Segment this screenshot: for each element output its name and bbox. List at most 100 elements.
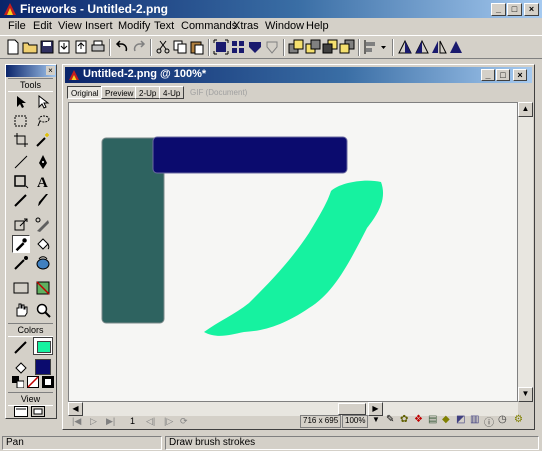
hand-icon[interactable] — [12, 301, 30, 319]
full-screen-mode-icon[interactable] — [31, 406, 45, 417]
tab-preview[interactable]: Preview — [101, 86, 138, 99]
tab-original[interactable]: Original — [67, 86, 103, 99]
menu-xtras[interactable]: Xtras — [233, 20, 259, 32]
green-brush-stroke[interactable] — [204, 180, 384, 336]
menu-edit[interactable]: Edit — [33, 20, 52, 32]
magic-wand-icon[interactable] — [34, 131, 52, 149]
subselect-icon[interactable] — [34, 93, 52, 111]
doc-minimize-button[interactable]: _ — [481, 69, 495, 81]
zoom-dropdown-chevron-down-icon[interactable]: ▼ — [372, 415, 380, 424]
slice-icon[interactable] — [34, 279, 52, 297]
tab-2-up[interactable]: 2-Up — [135, 86, 161, 99]
new-file-icon[interactable] — [5, 39, 21, 55]
menu-insert[interactable]: Insert — [85, 20, 113, 32]
zoom-icon[interactable] — [34, 301, 52, 319]
ungroup-icon[interactable] — [230, 39, 246, 55]
flip-vertical-icon[interactable] — [448, 39, 464, 55]
canvas[interactable] — [68, 102, 518, 402]
default-colors-icon[interactable] — [12, 376, 24, 388]
group-icon[interactable] — [213, 39, 229, 55]
no-color-icon[interactable] — [27, 376, 39, 388]
menu-file[interactable]: File — [8, 20, 26, 32]
hotspot-icon[interactable] — [12, 279, 30, 297]
open-folder-icon[interactable] — [22, 39, 38, 55]
menu-window[interactable]: Window — [265, 20, 304, 32]
text-icon[interactable]: A — [34, 172, 52, 190]
export-icon[interactable] — [73, 39, 89, 55]
layers-icon[interactable]: ▤ — [428, 414, 437, 425]
cut-icon[interactable] — [155, 39, 171, 55]
horizontal-scrollbar[interactable]: ◀ ▶ — [68, 402, 518, 416]
pen-icon[interactable] — [34, 153, 52, 171]
split-icon[interactable] — [264, 39, 280, 55]
library-icon[interactable]: ▥ — [470, 414, 479, 425]
menu-view[interactable]: View — [58, 20, 82, 32]
panel-close-icon[interactable]: × — [46, 66, 55, 75]
line-icon[interactable] — [12, 153, 30, 171]
align-dropdown-chevron-down-icon[interactable] — [379, 39, 388, 55]
eraser-icon[interactable] — [34, 254, 52, 272]
loop-icon[interactable]: ⟳ — [180, 416, 188, 427]
close-button[interactable]: × — [524, 3, 539, 16]
navy-rectangle[interactable] — [152, 136, 348, 174]
marquee-icon[interactable] — [12, 112, 30, 130]
lasso-icon[interactable] — [34, 112, 52, 130]
history-icon[interactable]: ◷ — [498, 414, 507, 425]
vertical-scrollbar[interactable]: ▲ ▼ — [518, 102, 533, 402]
stroke-color-swatch[interactable] — [33, 337, 53, 355]
send-backward-icon[interactable] — [322, 39, 338, 55]
pointer-icon[interactable] — [12, 93, 30, 111]
bring-forward-icon[interactable] — [305, 39, 321, 55]
prev-frame-icon[interactable]: ◁| — [146, 416, 155, 427]
paste-icon[interactable] — [189, 39, 205, 55]
brush-icon[interactable] — [34, 191, 52, 209]
rectangle-icon[interactable] — [12, 172, 30, 190]
scroll-up-icon[interactable]: ▲ — [518, 102, 533, 117]
menu-help[interactable]: Help — [306, 20, 329, 32]
scroll-right-icon[interactable]: ▶ — [368, 402, 383, 416]
import-icon[interactable] — [56, 39, 72, 55]
html-icon[interactable]: ❖ — [414, 414, 423, 425]
first-frame-icon[interactable]: |◀ — [72, 416, 81, 427]
horizontal-scroll-thumb[interactable] — [338, 403, 366, 415]
settings-gear-icon[interactable]: ⚙ — [514, 414, 523, 425]
bring-to-front-icon[interactable] — [288, 39, 304, 55]
print-icon[interactable] — [90, 39, 106, 55]
fill-color-chip[interactable] — [37, 341, 51, 353]
eyedropper-icon[interactable] — [12, 235, 30, 253]
doc-maximize-button[interactable]: □ — [496, 69, 510, 81]
behaviors-icon[interactable]: ◆ — [442, 414, 450, 425]
undo-icon[interactable] — [114, 39, 130, 55]
rotate-cw-icon[interactable] — [414, 39, 430, 55]
next-frame-icon[interactable]: |▷ — [164, 416, 173, 427]
tab-4-up[interactable]: 4-Up — [159, 86, 185, 99]
doc-close-button[interactable]: × — [513, 69, 527, 81]
swap-colors-icon[interactable] — [42, 376, 54, 388]
fill-color-swatch[interactable] — [35, 359, 51, 375]
play-icon[interactable]: ▷ — [90, 416, 97, 427]
zoom-select[interactable]: 100% — [342, 415, 369, 428]
rotate-ccw-icon[interactable] — [397, 39, 413, 55]
optimize-icon[interactable]: ✿ — [400, 414, 408, 425]
standard-screen-mode-icon[interactable] — [14, 406, 28, 417]
menu-modify[interactable]: Modify — [118, 20, 150, 32]
flip-horizontal-icon[interactable] — [431, 39, 447, 55]
minimize-button[interactable]: _ — [491, 3, 506, 16]
scale-icon[interactable] — [12, 216, 30, 234]
info-icon[interactable]: ⓘ — [484, 414, 494, 429]
scroll-left-icon[interactable]: ◀ — [68, 402, 83, 416]
scroll-down-icon[interactable]: ▼ — [518, 387, 533, 402]
knife-icon[interactable] — [34, 216, 52, 234]
pencil-status-icon[interactable]: ✎ — [386, 414, 394, 425]
pencil-icon[interactable] — [12, 191, 30, 209]
join-icon[interactable] — [247, 39, 263, 55]
menu-text[interactable]: Text — [154, 20, 174, 32]
document-titlebar[interactable]: Untitled-2.png @ 100%* _ □ × — [65, 67, 532, 83]
styles-icon[interactable]: ◩ — [456, 414, 465, 425]
copy-icon[interactable] — [172, 39, 188, 55]
tools-panel-titlebar[interactable]: × — [6, 65, 56, 77]
menu-commands[interactable]: Commands — [181, 20, 237, 32]
rubber-stamp-icon[interactable] — [12, 254, 30, 272]
save-icon[interactable] — [39, 39, 55, 55]
redo-icon[interactable] — [131, 39, 147, 55]
